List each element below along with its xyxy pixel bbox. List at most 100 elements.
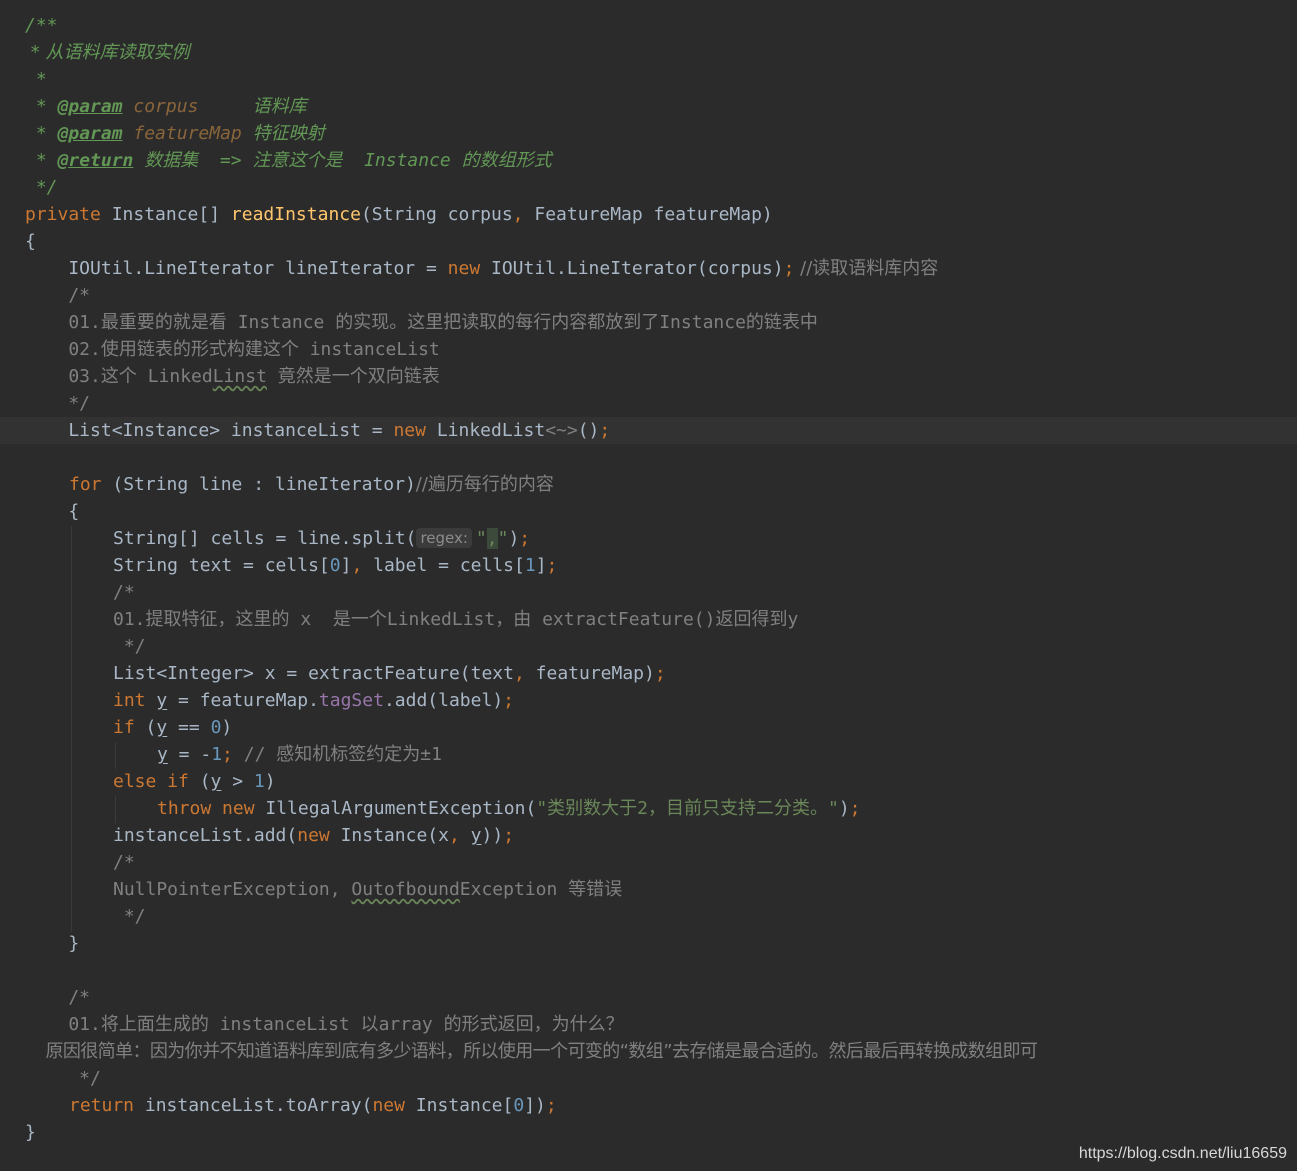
- code-line-4[interactable]: * @param corpus 语料库: [0, 93, 1297, 120]
- code-line-14[interactable]: 03.这个 LinkedLinst 竟然是一个双向链表: [0, 363, 1297, 390]
- code-line-42[interactable]: }: [0, 1119, 1297, 1146]
- diamond-fold[interactable]: <~>: [545, 420, 578, 441]
- code-line-29[interactable]: else if (y > 1): [0, 768, 1297, 795]
- keyword: new: [393, 420, 426, 441]
- code-line-26[interactable]: int y = featureMap.tagSet.add(label);: [0, 687, 1297, 714]
- code-text: ): [221, 717, 233, 738]
- code-line-2[interactable]: * 从语料库读取实例: [0, 39, 1297, 66]
- keyword: return: [69, 1095, 135, 1116]
- semicolon: ;: [503, 690, 515, 711]
- keyword: new: [372, 1095, 405, 1116]
- line-comment: //遍历每行的内容: [415, 474, 554, 495]
- code-line-39[interactable]: 原因很简单：因为你并不知道语料库到底有多少语料，所以使用一个可变的“数组”去存储…: [0, 1038, 1297, 1065]
- comma: ,: [351, 555, 363, 576]
- keyword: new: [297, 825, 330, 846]
- code-line-12[interactable]: 01.最重要的就是看 Instance 的实现。这里把读取的每行内容都放到了In…: [0, 309, 1297, 336]
- block-comment: */: [113, 906, 146, 927]
- code-line-34[interactable]: */: [0, 903, 1297, 930]
- variable-y: y: [156, 690, 168, 711]
- string-literal-highlight: ,: [486, 528, 498, 549]
- code-line-33[interactable]: NullPointerException, OutofboundExceptio…: [0, 876, 1297, 903]
- code-line-11[interactable]: /*: [0, 282, 1297, 309]
- block-comment: 01.提取特征，这里的 x 是一个LinkedList，由 extractFea…: [113, 609, 799, 630]
- typo-word: Outofbound: [351, 879, 460, 900]
- code-line-1[interactable]: /**: [0, 12, 1297, 39]
- code-line-38[interactable]: 01.将上面生成的 instanceList 以array 的形式返回，为什么？: [0, 1011, 1297, 1038]
- line-comment: // 感知机标签约定为±1: [232, 744, 442, 765]
- block-comment: */: [25, 393, 91, 414]
- number-literal: 1: [253, 771, 265, 792]
- comma: ,: [512, 204, 524, 225]
- code-line-24[interactable]: */: [0, 633, 1297, 660]
- code-line-10[interactable]: IOUtil.LineIterator lineIterator = new I…: [0, 255, 1297, 282]
- block-comment: */: [25, 1068, 101, 1089]
- code-line-31[interactable]: instanceList.add(new Instance(x, y));: [0, 822, 1297, 849]
- code-line-35[interactable]: }: [0, 930, 1297, 957]
- code-line-9[interactable]: {: [0, 228, 1297, 255]
- brace: }: [25, 933, 80, 954]
- semicolon: ;: [503, 825, 515, 846]
- code-text: .add(label): [383, 690, 504, 711]
- code-line-15[interactable]: */: [0, 390, 1297, 417]
- code-line-3[interactable]: *: [0, 66, 1297, 93]
- code-text: (String line : lineIterator): [101, 474, 416, 495]
- code-text: (): [577, 420, 600, 441]
- code-line-23[interactable]: 01.提取特征，这里的 x 是一个LinkedList，由 extractFea…: [0, 606, 1297, 633]
- code-line-27[interactable]: if (y == 0): [0, 714, 1297, 741]
- code-line-36[interactable]: [0, 957, 1297, 984]
- code-text: ==: [167, 717, 211, 738]
- block-comment: Exception 等错误: [459, 879, 623, 900]
- semicolon: ;: [519, 528, 531, 549]
- block-comment: /*: [25, 285, 91, 306]
- code-line-19[interactable]: {: [0, 498, 1297, 525]
- code-line-40[interactable]: */: [0, 1065, 1297, 1092]
- code-line-13[interactable]: 02.使用链表的形式构建这个 instanceList: [0, 336, 1297, 363]
- code-line-17[interactable]: [0, 444, 1297, 471]
- doc-tag: @param: [57, 96, 123, 117]
- code-line-30[interactable]: throw new IllegalArgumentException("类别数大…: [0, 795, 1297, 822]
- code-line-7[interactable]: */: [0, 174, 1297, 201]
- variable-y: y: [470, 825, 482, 846]
- doc-tag: @param: [57, 123, 123, 144]
- code-line-32[interactable]: /*: [0, 849, 1297, 876]
- code-text: String[] cells = line.split(: [113, 528, 417, 549]
- code-text: FeatureMap featureMap): [523, 204, 773, 225]
- code-editor[interactable]: /** * 从语料库读取实例 * * @param corpus 语料库 * @…: [0, 0, 1297, 1171]
- number-literal: 0: [329, 555, 341, 576]
- code-text: (: [134, 717, 157, 738]
- number-literal: 0: [513, 1095, 525, 1116]
- code-line-21[interactable]: String text = cells[0], label = cells[1]…: [0, 552, 1297, 579]
- code-line-18[interactable]: for (String line : lineIterator)//遍历每行的内…: [0, 471, 1297, 498]
- code-line-41[interactable]: return instanceList.toArray(new Instance…: [0, 1092, 1297, 1119]
- code-text: = featureMap.: [167, 690, 319, 711]
- code-line-8[interactable]: private Instance[] readInstance(String c…: [0, 201, 1297, 228]
- code-text: = -: [167, 744, 212, 765]
- code-text: ]: [535, 555, 547, 576]
- code-line-20[interactable]: String[] cells = line.split(regex: ",");: [0, 525, 1297, 552]
- typo-word: Linst: [212, 366, 267, 387]
- brace: {: [25, 501, 80, 522]
- block-comment: /*: [113, 852, 135, 873]
- block-comment: 02.使用链表的形式构建这个 instanceList: [25, 339, 440, 360]
- doc-comment: *: [25, 123, 58, 144]
- watermark: https://blog.csdn.net/liu16659: [1078, 1145, 1287, 1162]
- code-line-22[interactable]: /*: [0, 579, 1297, 606]
- doc-tag: @return: [57, 150, 134, 171]
- keyword: if: [113, 717, 135, 738]
- doc-comment: 数据集 => 注意这个是 Instance 的数组形式: [133, 150, 552, 171]
- code-text: List<Instance> instanceList =: [25, 420, 394, 441]
- code-line-6[interactable]: * @return 数据集 => 注意这个是 Instance 的数组形式: [0, 147, 1297, 174]
- block-comment: 03.这个 Linked: [25, 366, 213, 387]
- doc-param: featureMap: [122, 123, 242, 144]
- code-line-5[interactable]: * @param featureMap 特征映射: [0, 120, 1297, 147]
- code-line-28[interactable]: y = -1; // 感知机标签约定为±1: [0, 741, 1297, 768]
- code-line-37[interactable]: /*: [0, 984, 1297, 1011]
- code-line-16-current[interactable]: List<Instance> instanceList = new Linked…: [0, 417, 1297, 444]
- string-literal: ": [475, 528, 487, 549]
- method-name: readInstance: [230, 204, 361, 225]
- block-comment: 原因很简单：因为你并不知道语料库到底有多少语料，所以使用一个可变的“数组”去存储…: [25, 1041, 1038, 1062]
- variable-y: y: [157, 744, 168, 765]
- code-line-25[interactable]: List<Integer> x = extractFeature(text, f…: [0, 660, 1297, 687]
- doc-comment: * 从语料库读取实例: [25, 42, 190, 63]
